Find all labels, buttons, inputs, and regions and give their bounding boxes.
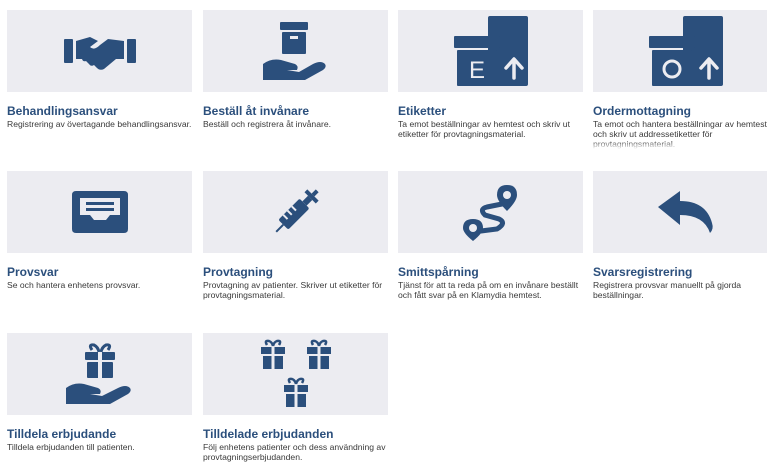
tile-provtagning[interactable]: Provtagning Provtagning av patienter. Sk… — [203, 171, 388, 310]
tile-title[interactable]: Etiketter — [398, 104, 583, 118]
tile-description: Ta emot beställningar av hemtest och skr… — [398, 119, 583, 149]
tile-title[interactable]: Tilldelade erbjudanden — [203, 427, 388, 441]
tile-thumbnail[interactable] — [203, 10, 388, 92]
tile-description: Följ enhetens patienter och dess användn… — [203, 442, 388, 472]
tile-thumbnail[interactable] — [203, 333, 388, 415]
tile-tilldela-erbjudande[interactable]: Tilldela erbjudande Tilldela erbjudanden… — [7, 333, 192, 472]
tile-title[interactable]: Provtagning — [203, 265, 388, 279]
tile-smittsparning[interactable]: Smittspårning Tjänst för att ta reda på … — [398, 171, 583, 310]
tile-description: Provtagning av patienter. Skriver ut eti… — [203, 280, 388, 310]
tile-thumbnail[interactable] — [7, 333, 192, 415]
tile-thumbnail[interactable] — [398, 171, 583, 253]
inbox-tray-icon — [71, 191, 128, 233]
tile-bestall-at-invanare[interactable]: Beställ åt invånare Beställ och registre… — [203, 10, 388, 149]
tile-thumbnail[interactable] — [203, 171, 388, 253]
tile-provsvar[interactable]: Provsvar Se och hantera enhetens provsva… — [7, 171, 192, 310]
svg-text:E: E — [468, 57, 484, 84]
tile-thumbnail[interactable] — [593, 10, 767, 92]
handshake-icon — [63, 37, 136, 70]
tile-description: Ta emot och hantera beställningar av hem… — [593, 119, 767, 149]
tile-ordermottagning[interactable]: Ordermottagning Ta emot och hantera best… — [593, 10, 767, 149]
syringe-icon — [274, 189, 319, 233]
tile-title[interactable]: Smittspårning — [398, 265, 583, 279]
tile-etiketter[interactable]: E Etiketter Ta emot beställningar av hem… — [398, 10, 583, 149]
tile-thumbnail[interactable] — [7, 10, 192, 92]
reply-arrow-icon — [657, 191, 713, 233]
tile-svarsregistrering[interactable]: Svarsregistrering Registrera provsvar ma… — [593, 171, 767, 310]
tile-thumbnail[interactable] — [7, 171, 192, 253]
route-icon — [462, 185, 517, 241]
tile-description: Tilldela erbjudanden till patienten. — [7, 442, 192, 472]
tile-description: Registrera provsvar manuellt på gjorda b… — [593, 280, 767, 310]
tile-thumbnail[interactable] — [593, 171, 767, 253]
tile-title[interactable]: Tilldela erbjudande — [7, 427, 192, 441]
tile-title[interactable]: Behandlingsansvar — [7, 104, 192, 118]
tile-description: Beställ och registrera åt invånare. — [203, 119, 388, 149]
tile-title[interactable]: Svarsregistrering — [593, 265, 767, 279]
tile-description: Registrering av övertagande behandlingsa… — [7, 119, 192, 149]
order-upload-icon — [648, 16, 723, 86]
tile-description: Tjänst för att ta reda på om en invånare… — [398, 280, 583, 310]
tile-thumbnail[interactable]: E — [398, 10, 583, 92]
tile-tilldelade-erbjudanden[interactable]: Tilldelade erbjudanden Följ enhetens pat… — [203, 333, 388, 472]
tile-title[interactable]: Provsvar — [7, 265, 192, 279]
hand-holding-box-icon — [262, 22, 326, 80]
gifts-icon — [260, 339, 331, 407]
hand-holding-gift-icon — [65, 343, 131, 404]
tile-title[interactable]: Beställ åt invånare — [203, 104, 388, 118]
tile-description: Se och hantera enhetens provsvar. — [7, 280, 192, 310]
label-upload-icon: E — [453, 16, 528, 86]
tile-behandlingsansvar[interactable]: Behandlingsansvar Registrering av överta… — [7, 10, 192, 149]
tile-title[interactable]: Ordermottagning — [593, 104, 767, 118]
